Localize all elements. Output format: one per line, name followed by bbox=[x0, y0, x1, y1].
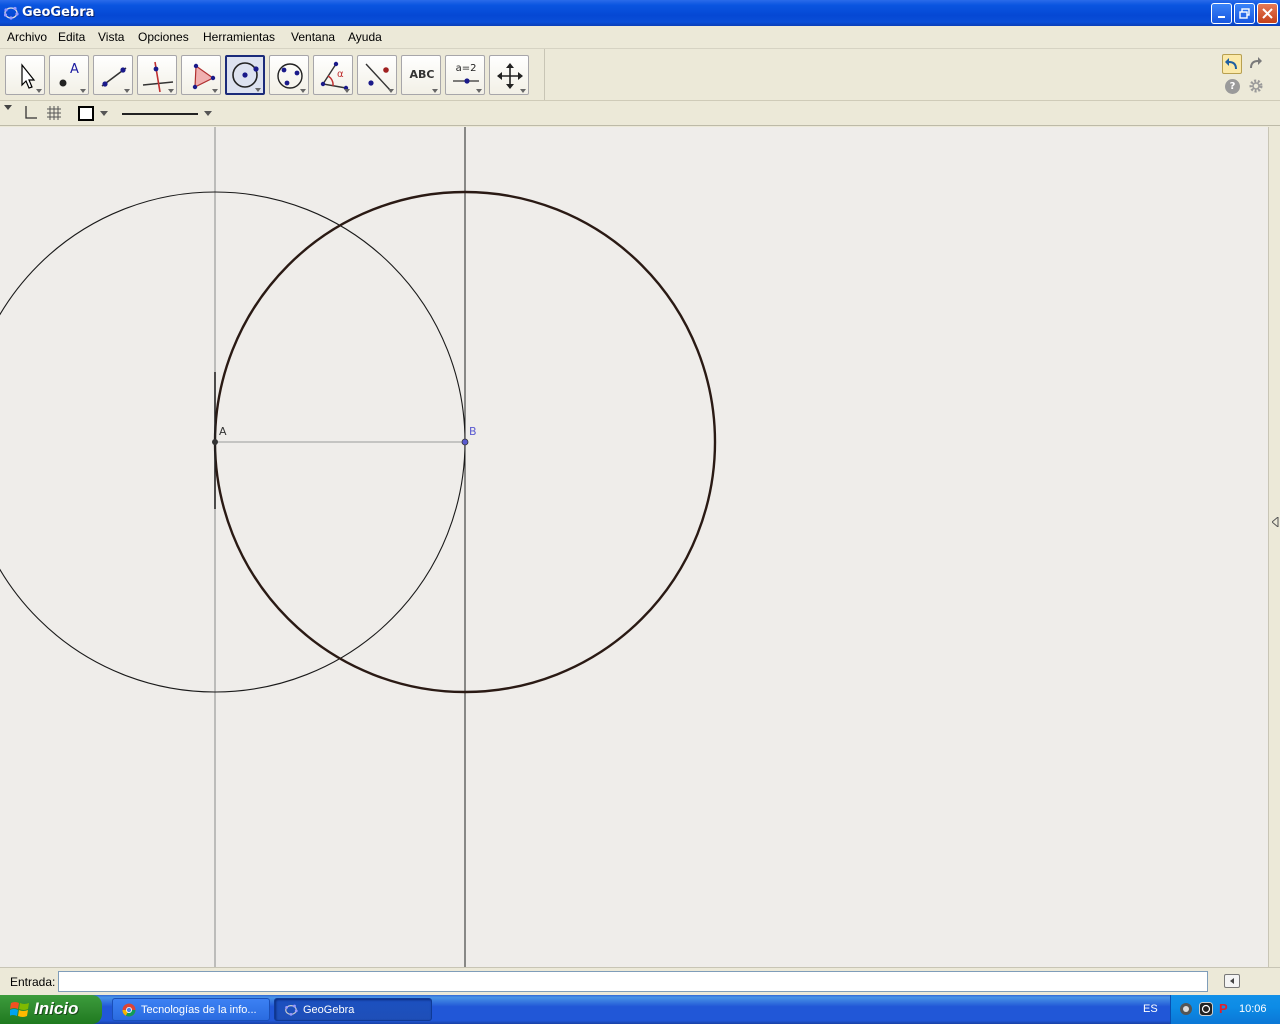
point-b-label: B bbox=[469, 425, 477, 438]
menu-archivo[interactable]: Archivo bbox=[7, 30, 47, 44]
redo-icon bbox=[1250, 57, 1262, 68]
line-style-button[interactable] bbox=[122, 105, 214, 123]
restore-button[interactable] bbox=[1234, 3, 1255, 24]
windows-logo-icon bbox=[10, 1002, 29, 1017]
taskbar-item-geogebra[interactable]: GeoGebra bbox=[274, 998, 432, 1021]
menu-bar: Archivo Edita Vista Opciones Herramienta… bbox=[0, 26, 1280, 48]
input-field[interactable] bbox=[58, 971, 1208, 992]
color-picker-button[interactable] bbox=[78, 105, 112, 123]
toolbar-separator bbox=[535, 49, 545, 100]
help-button[interactable]: ? bbox=[1225, 79, 1240, 94]
chrome-icon bbox=[122, 1003, 136, 1017]
point-b[interactable] bbox=[461, 438, 469, 446]
toolbar: A α ABC a=2 ? bbox=[0, 48, 1280, 100]
redo-button[interactable] bbox=[1246, 54, 1266, 74]
style-bar bbox=[0, 100, 1280, 126]
expand-panel-icon[interactable] bbox=[1272, 517, 1279, 527]
menu-herramientas[interactable]: Herramientas bbox=[203, 30, 275, 44]
line-style-preview bbox=[122, 113, 198, 115]
menu-edita[interactable]: Edita bbox=[58, 30, 85, 44]
point-a[interactable] bbox=[212, 439, 218, 445]
circle-center-point-icon bbox=[232, 62, 259, 88]
keyboard-toggle-icon bbox=[1230, 978, 1234, 984]
tray-p-icon[interactable]: P bbox=[1219, 1001, 1228, 1016]
tool-circle-center-point[interactable] bbox=[225, 55, 265, 95]
tool-polygon[interactable] bbox=[181, 55, 221, 95]
geometry-canvas[interactable]: A B bbox=[0, 127, 1268, 967]
menu-ventana[interactable]: Ventana bbox=[291, 30, 335, 44]
input-bar: Entrada: bbox=[0, 967, 1280, 995]
help-icon: ? bbox=[1229, 81, 1236, 92]
tool-text[interactable]: ABC bbox=[401, 55, 441, 95]
tray-camera-icon[interactable] bbox=[1199, 1002, 1213, 1016]
minimize-icon bbox=[1217, 15, 1225, 18]
gear-icon bbox=[1249, 79, 1263, 93]
system-tray: P 10:06 bbox=[1170, 995, 1280, 1024]
input-label: Entrada: bbox=[10, 975, 56, 989]
chevron-down-icon bbox=[100, 111, 108, 116]
start-label: Inicio bbox=[34, 999, 79, 1018]
tool-angle[interactable]: α bbox=[313, 55, 353, 95]
start-button[interactable]: Inicio bbox=[0, 995, 102, 1024]
tool-circle-three-points[interactable] bbox=[269, 55, 309, 95]
input-help-button[interactable] bbox=[1224, 974, 1240, 988]
angle-tool-label: α bbox=[337, 69, 344, 80]
close-button[interactable] bbox=[1257, 3, 1278, 24]
tray-app-icon[interactable] bbox=[1179, 1002, 1193, 1016]
point-a-label: A bbox=[219, 425, 227, 438]
taskbar-item-label: GeoGebra bbox=[303, 1004, 355, 1016]
chevron-down-icon bbox=[204, 111, 212, 116]
side-panel-edge bbox=[1268, 127, 1280, 967]
grid-toggle-icon[interactable] bbox=[46, 105, 62, 121]
tool-move[interactable] bbox=[5, 55, 45, 95]
point-tool-label: A bbox=[70, 62, 79, 77]
tool-move-graphics[interactable] bbox=[489, 55, 529, 95]
menu-ayuda[interactable]: Ayuda bbox=[348, 30, 382, 44]
undo-button[interactable] bbox=[1222, 54, 1242, 74]
tool-point[interactable]: A bbox=[49, 55, 89, 95]
taskbar: Inicio Tecnologías de la info... GeoGebr… bbox=[0, 995, 1280, 1024]
clock: 10:06 bbox=[1239, 1003, 1267, 1015]
tool-reflect[interactable] bbox=[357, 55, 397, 95]
title-bar: GeoGebra bbox=[0, 0, 1280, 26]
geogebra-icon bbox=[3, 6, 19, 20]
tool-line[interactable] bbox=[93, 55, 133, 95]
color-swatch bbox=[78, 106, 94, 121]
text-icon: ABC bbox=[409, 68, 435, 81]
minimize-button[interactable] bbox=[1211, 3, 1232, 24]
language-indicator[interactable]: ES bbox=[1143, 1003, 1158, 1015]
close-icon bbox=[1262, 8, 1273, 19]
restore-icon bbox=[1239, 8, 1250, 19]
tool-slider[interactable]: a=2 bbox=[445, 55, 485, 95]
undo-icon bbox=[1225, 58, 1237, 69]
collapse-stylebar-icon[interactable] bbox=[4, 105, 12, 111]
tool-perpendicular[interactable] bbox=[137, 55, 177, 95]
settings-button[interactable] bbox=[1248, 78, 1264, 94]
graphics-view[interactable]: A B bbox=[0, 127, 1268, 967]
taskbar-item-browser[interactable]: Tecnologías de la info... bbox=[112, 998, 270, 1021]
menu-opciones[interactable]: Opciones bbox=[138, 30, 189, 44]
axes-toggle-icon[interactable] bbox=[22, 105, 38, 121]
menu-vista[interactable]: Vista bbox=[98, 30, 124, 44]
geogebra-icon bbox=[285, 1004, 298, 1016]
taskbar-item-label: Tecnologías de la info... bbox=[141, 1004, 257, 1016]
window-title: GeoGebra bbox=[22, 5, 95, 20]
